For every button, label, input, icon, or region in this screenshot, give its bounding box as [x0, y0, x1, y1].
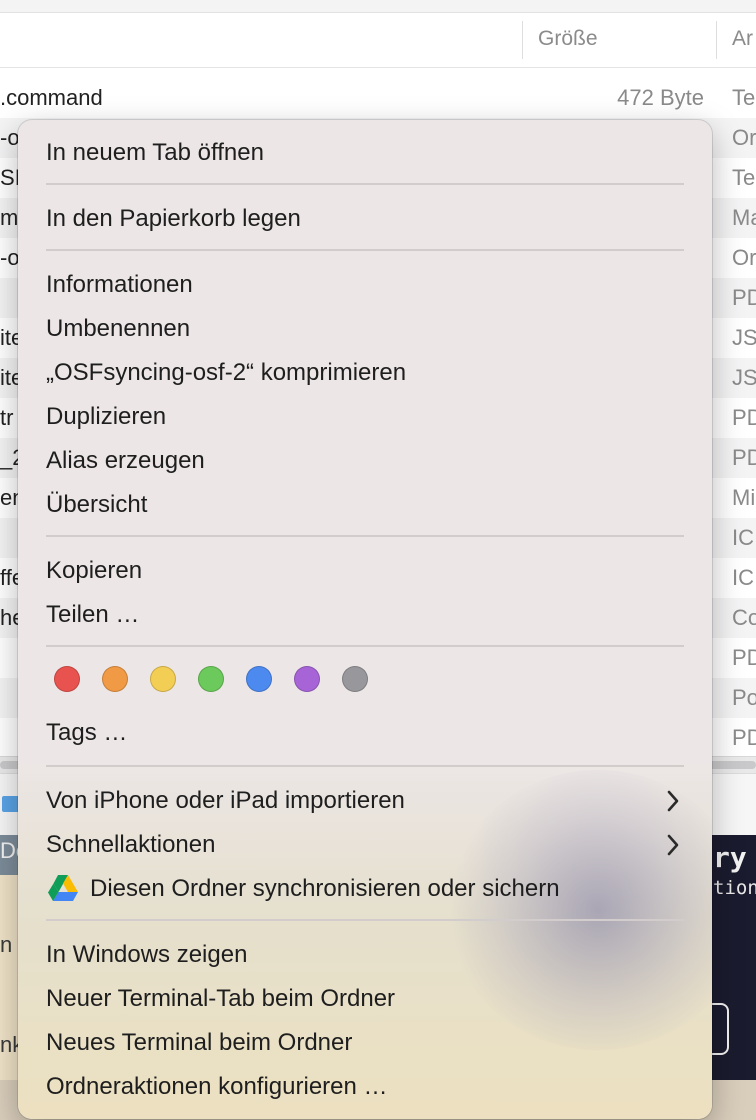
terminal-text: ry — [713, 841, 747, 874]
column-header-kind[interactable]: Ar — [732, 27, 753, 51]
chevron-right-icon — [667, 790, 679, 812]
menu-item-rename[interactable]: Umbenennen — [46, 314, 190, 344]
file-kind: Co — [732, 605, 756, 630]
file-name: .command — [0, 85, 103, 110]
file-kind: JS — [732, 365, 756, 390]
google-drive-icon — [48, 875, 78, 901]
file-kind: Te — [732, 165, 756, 190]
menu-item-get-info[interactable]: Informationen — [46, 270, 193, 300]
file-kind: Or — [732, 125, 756, 150]
file-kind: Ma — [732, 205, 756, 230]
menu-item-share[interactable]: Teilen … — [46, 600, 139, 630]
file-kind: PD — [732, 725, 756, 750]
menu-item-import-from-iphone[interactable]: Von iPhone oder iPad importieren — [46, 786, 405, 816]
menu-separator — [46, 645, 684, 647]
menu-item-compress[interactable]: „OSFsyncing-osf-2“ komprimieren — [46, 358, 406, 388]
file-name: -o — [0, 125, 20, 150]
menu-item-copy[interactable]: Kopieren — [46, 556, 142, 586]
menu-item-open-in-new-tab[interactable]: In neuem Tab öffnen — [46, 138, 264, 168]
file-kind: Mi — [732, 485, 756, 510]
menu-item-new-terminal-tab[interactable]: Neuer Terminal-Tab beim Ordner — [46, 984, 395, 1014]
menu-item-folder-actions[interactable]: Ordneraktionen konfigurieren … — [46, 1072, 388, 1102]
column-header: Größe Ar — [0, 13, 756, 68]
menu-separator — [46, 535, 684, 537]
file-row[interactable]: .command 472 Byte Te — [0, 78, 756, 121]
menu-item-tags[interactable]: Tags … — [46, 718, 127, 748]
file-kind: Po — [732, 685, 756, 710]
file-kind: IC — [732, 565, 754, 590]
file-kind: JS — [732, 325, 756, 350]
file-name: tr — [0, 405, 14, 430]
menu-item-show-in-windows[interactable]: In Windows zeigen — [46, 940, 247, 970]
file-kind: PD — [732, 445, 756, 470]
menu-separator — [46, 919, 684, 921]
file-kind: PD — [732, 405, 756, 430]
tag-purple-dot[interactable] — [294, 666, 320, 692]
file-kind: IC — [732, 525, 754, 550]
tag-red-dot[interactable] — [54, 666, 80, 692]
file-kind: PD — [732, 645, 756, 670]
tag-yellow-dot[interactable] — [150, 666, 176, 692]
column-header-size[interactable]: Größe — [538, 27, 598, 51]
menu-separator — [46, 765, 684, 767]
file-name: -o — [0, 245, 20, 270]
menu-item-make-alias[interactable]: Alias erzeugen — [46, 446, 205, 476]
menu-separator — [46, 183, 684, 185]
column-divider[interactable] — [716, 21, 717, 59]
menu-item-sync-folder[interactable]: Diesen Ordner synchronisieren oder siche… — [90, 874, 560, 904]
menu-item-new-terminal[interactable]: Neues Terminal beim Ordner — [46, 1028, 352, 1058]
file-kind: Or — [732, 245, 756, 270]
terminal-text: tion — [713, 877, 756, 899]
menu-separator — [46, 249, 684, 251]
tag-gray-dot[interactable] — [342, 666, 368, 692]
context-menu: In neuem Tab öffnen In den Papierkorb le… — [18, 120, 712, 1119]
tag-orange-dot[interactable] — [102, 666, 128, 692]
toolbar-edge — [0, 0, 756, 13]
tag-green-dot[interactable] — [198, 666, 224, 692]
menu-item-duplicate[interactable]: Duplizieren — [46, 402, 166, 432]
menu-item-quick-actions[interactable]: Schnellaktionen — [46, 830, 215, 860]
terminal-window: ry tion — [705, 835, 756, 1080]
menu-item-quick-look[interactable]: Übersicht — [46, 490, 147, 520]
file-size: 472 Byte — [617, 85, 704, 110]
tag-blue-dot[interactable] — [246, 666, 272, 692]
file-kind: Te — [732, 85, 756, 110]
column-divider[interactable] — [522, 21, 523, 59]
chevron-right-icon — [667, 834, 679, 856]
menu-item-move-to-trash[interactable]: In den Papierkorb legen — [46, 204, 301, 234]
file-kind: PD — [732, 285, 756, 310]
